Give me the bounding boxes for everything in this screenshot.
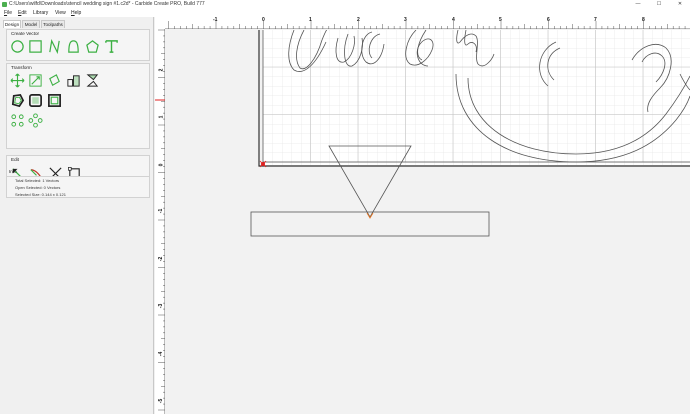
rectangle-vector[interactable] xyxy=(250,211,490,237)
ruler-label: 8 xyxy=(642,17,645,23)
minimize-button[interactable]: — xyxy=(634,0,642,9)
info-title: Info xyxy=(9,169,17,174)
menu-library[interactable]: Library xyxy=(33,9,48,17)
rectangle-icon[interactable] xyxy=(28,39,43,54)
menu-bar: File Edit Library View Help xyxy=(0,9,690,17)
maximize-button[interactable]: ☐ xyxy=(655,0,663,9)
ruler-label: -5 xyxy=(158,398,165,404)
menu-file[interactable]: File xyxy=(4,9,12,17)
ruler-label: 3 xyxy=(404,17,407,23)
polyline-icon[interactable] xyxy=(47,39,62,54)
grid-array-icon[interactable] xyxy=(28,113,43,128)
align-icon[interactable] xyxy=(66,73,81,88)
tab-model[interactable]: Model xyxy=(22,20,40,28)
ruler-label: -1 xyxy=(158,208,165,214)
left-ruler[interactable]: 2 1 0 -1 -2 -3 -4 -5 xyxy=(155,29,165,414)
menu-help[interactable]: Help xyxy=(71,9,81,17)
curve-icon[interactable] xyxy=(66,39,81,54)
ruler-label: 2 xyxy=(158,68,165,72)
ruler-label: -2 xyxy=(158,256,165,262)
ruler-corner xyxy=(155,17,165,29)
fillet-icon[interactable] xyxy=(47,93,62,108)
info-section: Info Total Selected: 1 Vectors Open Sele… xyxy=(6,167,150,217)
ruler-label: 1 xyxy=(309,17,312,23)
scale-icon[interactable] xyxy=(28,73,43,88)
info-total-selected: Total Selected: 1 Vectors xyxy=(15,178,60,183)
top-ruler-ticks xyxy=(168,21,686,29)
rotate-icon[interactable] xyxy=(47,73,62,88)
offset-icon[interactable] xyxy=(10,93,25,108)
boolean-icon[interactable] xyxy=(28,93,43,108)
edit-title: Edit xyxy=(11,157,19,162)
ruler-label: 6 xyxy=(547,17,550,23)
ruler-label: 1 xyxy=(158,115,165,119)
circle-icon[interactable] xyxy=(10,39,25,54)
ruler-label: 0 xyxy=(158,163,165,167)
info-open-selected: Open Selected: 0 Vectors xyxy=(15,185,61,190)
text-icon[interactable] xyxy=(104,39,119,54)
mirror-icon[interactable] xyxy=(85,73,100,88)
ruler-label: -4 xyxy=(158,351,165,357)
tab-toolpaths[interactable]: Toolpaths xyxy=(41,20,65,28)
menu-file-label: ile xyxy=(7,10,13,16)
close-button[interactable]: ✕ xyxy=(676,0,684,9)
top-ruler[interactable]: -1 0 1 2 3 4 5 6 7 8 xyxy=(165,17,690,29)
info-selected-size: Selected Size: 0.144 x 0.121 xyxy=(15,192,66,197)
ruler-label: -3 xyxy=(158,303,165,309)
menu-edit-label: dit xyxy=(21,10,27,16)
selected-node-handle[interactable] xyxy=(366,212,374,219)
polygon-icon[interactable] xyxy=(85,39,100,54)
circle-array-icon[interactable] xyxy=(10,113,25,128)
design-sidebar: Design Model Toolpaths Create Vector Tra… xyxy=(0,17,154,414)
title-bar: C:\Users\wilfd\Downloads\stencil wedding… xyxy=(0,0,690,9)
ruler-label: 4 xyxy=(452,17,455,23)
canvas-area: -1 0 1 2 3 4 5 6 7 8 2 1 0 -1 -2 -3 -4 -… xyxy=(155,17,690,414)
design-canvas[interactable] xyxy=(166,30,690,414)
move-icon[interactable] xyxy=(10,73,25,88)
ruler-label: 7 xyxy=(594,17,597,23)
app-logo-icon xyxy=(2,2,7,7)
menu-view[interactable]: View xyxy=(55,9,66,17)
ruler-label: -1 xyxy=(213,17,218,23)
menu-help-label: elp xyxy=(74,10,82,16)
ruler-label: 5 xyxy=(499,17,502,23)
tab-design[interactable]: Design xyxy=(3,20,21,28)
transform-title: Transform xyxy=(11,65,32,70)
menu-edit[interactable]: Edit xyxy=(18,9,27,17)
create-vector-section: Create Vector xyxy=(6,29,150,61)
left-ruler-ticks xyxy=(155,29,165,411)
ruler-label: 0 xyxy=(262,17,265,23)
transform-section: Transform xyxy=(6,63,150,149)
window-title: C:\Users\wilfd\Downloads\stencil wedding… xyxy=(9,1,205,7)
ruler-label: 2 xyxy=(357,17,360,23)
create-vector-title: Create Vector xyxy=(11,31,40,36)
